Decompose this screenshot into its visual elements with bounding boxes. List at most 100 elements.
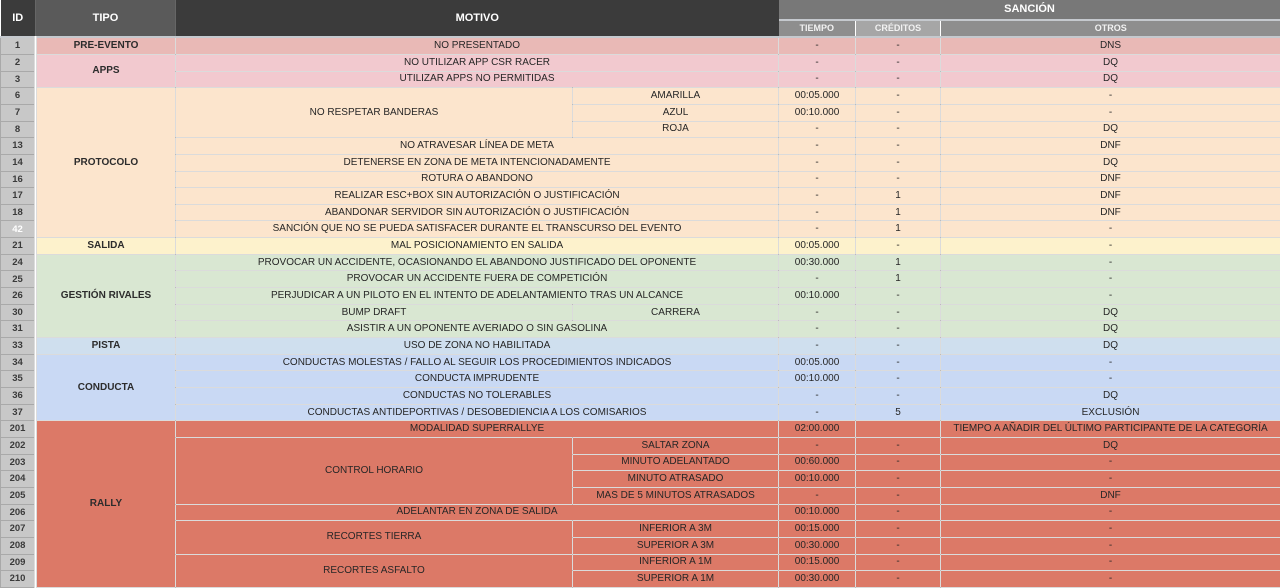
cell-id[interactable]: 24 — [1, 254, 36, 271]
cell-otros[interactable]: - — [941, 254, 1280, 271]
cell-motivo-detalle[interactable]: INFERIOR A 3M — [573, 521, 779, 538]
cell-motivo[interactable]: MODALIDAD SUPERRALLYE — [176, 421, 779, 438]
cell-motivo[interactable]: BUMP DRAFT — [176, 304, 573, 321]
cell-id[interactable]: 206 — [1, 504, 36, 521]
cell-motivo[interactable]: NO RESPETAR BANDERAS — [176, 88, 573, 138]
cell-motivo[interactable]: SANCIÓN QUE NO SE PUEDA SATISFACER DURAN… — [176, 221, 779, 238]
cell-otros[interactable]: DQ — [941, 54, 1280, 71]
cell-motivo-detalle[interactable]: AZUL — [573, 104, 779, 121]
cell-tiempo[interactable]: 00:05.000 — [779, 238, 856, 255]
cell-motivo-detalle[interactable]: MAS DE 5 MINUTOS ATRASADOS — [573, 487, 779, 504]
cell-otros[interactable]: DNF — [941, 138, 1280, 155]
cell-creditos[interactable]: - — [856, 504, 941, 521]
cell-motivo[interactable]: NO ATRAVESAR LÍNEA DE META — [176, 138, 779, 155]
cell-id[interactable]: 26 — [1, 288, 36, 305]
cell-id[interactable]: 3 — [1, 71, 36, 88]
cell-motivo[interactable]: RECORTES ASFALTO — [176, 554, 573, 587]
cell-creditos[interactable]: - — [856, 338, 941, 355]
cell-id[interactable]: 30 — [1, 304, 36, 321]
cell-tiempo[interactable]: - — [779, 438, 856, 455]
cell-tiempo[interactable]: - — [779, 171, 856, 188]
cell-tipo[interactable]: SALIDA — [36, 238, 176, 255]
cell-motivo[interactable]: PERJUDICAR A UN PILOTO EN EL INTENTO DE … — [176, 288, 779, 305]
cell-id[interactable]: 202 — [1, 438, 36, 455]
cell-creditos[interactable]: 5 — [856, 404, 941, 421]
header-otros[interactable]: OTROS — [941, 20, 1280, 37]
cell-tiempo[interactable]: - — [779, 271, 856, 288]
cell-tiempo[interactable]: 02:00.000 — [779, 421, 856, 438]
cell-tiempo[interactable]: 00:10.000 — [779, 288, 856, 305]
cell-motivo[interactable]: UTILIZAR APPS NO PERMITIDAS — [176, 71, 779, 88]
cell-creditos[interactable]: - — [856, 371, 941, 388]
cell-motivo-detalle[interactable]: SUPERIOR A 3M — [573, 537, 779, 554]
cell-tiempo[interactable]: - — [779, 221, 856, 238]
cell-otros[interactable]: - — [941, 371, 1280, 388]
cell-creditos[interactable]: - — [856, 171, 941, 188]
cell-otros[interactable]: - — [941, 354, 1280, 371]
cell-tiempo[interactable]: - — [779, 487, 856, 504]
cell-creditos[interactable]: - — [856, 438, 941, 455]
cell-id[interactable]: 17 — [1, 188, 36, 205]
cell-tipo[interactable]: PROTOCOLO — [36, 88, 176, 238]
cell-tiempo[interactable]: - — [779, 304, 856, 321]
cell-motivo[interactable]: ASISTIR A UN OPONENTE AVERIADO O SIN GAS… — [176, 321, 779, 338]
cell-otros[interactable]: DQ — [941, 304, 1280, 321]
cell-id[interactable]: 21 — [1, 238, 36, 255]
cell-otros[interactable]: - — [941, 571, 1280, 588]
cell-creditos[interactable]: - — [856, 238, 941, 255]
cell-id[interactable]: 203 — [1, 454, 36, 471]
cell-id[interactable]: 35 — [1, 371, 36, 388]
header-id[interactable]: ID — [1, 0, 36, 37]
cell-tipo[interactable]: RALLY — [36, 421, 176, 588]
cell-id[interactable]: 6 — [1, 88, 36, 105]
cell-tiempo[interactable]: 00:30.000 — [779, 571, 856, 588]
cell-motivo[interactable]: USO DE ZONA NO HABILITADA — [176, 338, 779, 355]
cell-otros[interactable]: DNF — [941, 204, 1280, 221]
cell-motivo[interactable]: CONDUCTAS ANTIDEPORTIVAS / DESOBEDIENCIA… — [176, 404, 779, 421]
cell-tiempo[interactable]: 00:10.000 — [779, 471, 856, 488]
cell-otros[interactable]: DQ — [941, 121, 1280, 138]
cell-id[interactable]: 13 — [1, 138, 36, 155]
cell-otros[interactable]: - — [941, 221, 1280, 238]
cell-otros[interactable]: DNF — [941, 487, 1280, 504]
cell-otros[interactable]: DQ — [941, 438, 1280, 455]
cell-otros[interactable]: - — [941, 454, 1280, 471]
cell-id[interactable]: 37 — [1, 404, 36, 421]
cell-tiempo[interactable]: - — [779, 121, 856, 138]
cell-creditos[interactable]: - — [856, 521, 941, 538]
cell-creditos[interactable]: 1 — [856, 221, 941, 238]
cell-creditos[interactable]: - — [856, 37, 941, 54]
cell-otros[interactable]: DQ — [941, 321, 1280, 338]
cell-id[interactable]: 25 — [1, 271, 36, 288]
cell-motivo[interactable]: NO PRESENTADO — [176, 37, 779, 54]
cell-creditos[interactable]: - — [856, 471, 941, 488]
cell-otros[interactable]: DNF — [941, 188, 1280, 205]
cell-tiempo[interactable]: 00:05.000 — [779, 88, 856, 105]
cell-otros[interactable]: - — [941, 537, 1280, 554]
cell-creditos[interactable]: - — [856, 454, 941, 471]
cell-tipo[interactable]: CONDUCTA — [36, 354, 176, 421]
cell-motivo[interactable]: ROTURA O ABANDONO — [176, 171, 779, 188]
cell-tiempo[interactable]: 00:30.000 — [779, 254, 856, 271]
cell-tipo[interactable]: PISTA — [36, 338, 176, 355]
cell-tiempo[interactable]: 00:10.000 — [779, 104, 856, 121]
cell-creditos[interactable]: - — [856, 354, 941, 371]
cell-tipo[interactable]: GESTIÓN RIVALES — [36, 254, 176, 337]
cell-creditos[interactable]: - — [856, 537, 941, 554]
cell-motivo-detalle[interactable]: MINUTO ATRASADO — [573, 471, 779, 488]
cell-tiempo[interactable]: - — [779, 204, 856, 221]
cell-motivo-detalle[interactable]: MINUTO ADELANTADO — [573, 454, 779, 471]
cell-tiempo[interactable]: - — [779, 37, 856, 54]
cell-id[interactable]: 2 — [1, 54, 36, 71]
cell-otros[interactable]: - — [941, 238, 1280, 255]
cell-id[interactable]: 204 — [1, 471, 36, 488]
cell-id[interactable]: 201 — [1, 421, 36, 438]
cell-otros[interactable]: - — [941, 471, 1280, 488]
header-motivo[interactable]: MOTIVO — [176, 0, 779, 37]
cell-motivo[interactable]: RECORTES TIERRA — [176, 521, 573, 554]
cell-motivo[interactable]: NO UTILIZAR APP CSR RACER — [176, 54, 779, 71]
cell-id[interactable]: 18 — [1, 204, 36, 221]
cell-motivo[interactable]: DETENERSE EN ZONA DE META INTENCIONADAME… — [176, 154, 779, 171]
header-tipo[interactable]: TIPO — [36, 0, 176, 37]
cell-motivo[interactable]: CONDUCTAS NO TOLERABLES — [176, 388, 779, 405]
